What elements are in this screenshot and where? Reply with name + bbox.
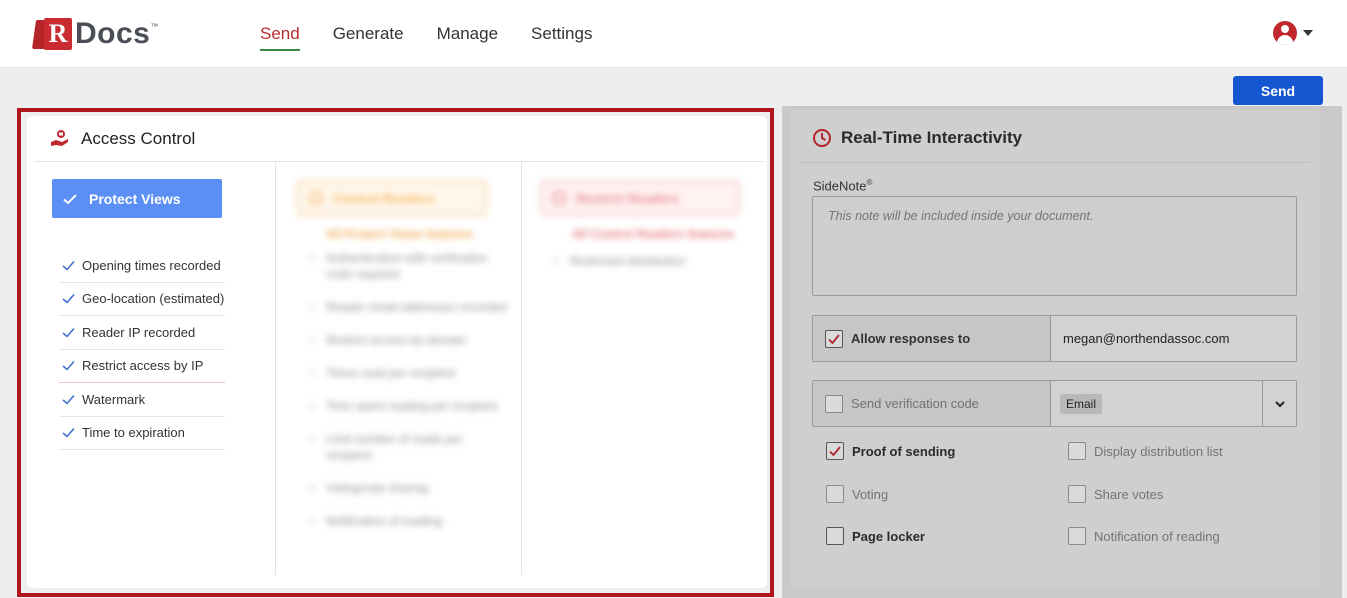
control-readers-feature-list: Authentication with verification code re… bbox=[308, 250, 508, 546]
circle-icon bbox=[552, 191, 566, 205]
list-item: Time spent reading per recipient bbox=[308, 398, 508, 414]
sidenote-label: SideNote® bbox=[813, 178, 873, 194]
logo-trademark: ™ bbox=[150, 22, 159, 31]
allow-responses-toggle[interactable]: Allow responses to bbox=[813, 316, 1051, 361]
chevron-down-icon[interactable] bbox=[1262, 381, 1296, 426]
verification-method-select[interactable]: Email bbox=[1051, 381, 1296, 426]
check-icon bbox=[828, 333, 840, 344]
user-circle-icon bbox=[1273, 21, 1297, 45]
protect-views-label: Protect Views bbox=[89, 190, 181, 207]
nav-generate[interactable]: Generate bbox=[333, 24, 404, 50]
allow-responses-email[interactable]: megan@northendassoc.com bbox=[1051, 316, 1296, 361]
check-icon bbox=[62, 394, 75, 405]
real-time-header: Real-Time Interactivity bbox=[798, 113, 1310, 163]
check-icon bbox=[62, 260, 75, 271]
top-navbar: R Docs ™ Send Generate Manage Settings bbox=[0, 0, 1347, 68]
share-votes-option[interactable]: Share votes bbox=[1068, 485, 1163, 503]
user-menu[interactable] bbox=[1273, 21, 1313, 45]
proof-of-sending-option[interactable]: Proof of sending bbox=[826, 442, 955, 460]
list-item: Notification of reading bbox=[308, 513, 508, 529]
restrict-readers-button[interactable]: Restrict Readers bbox=[540, 180, 740, 216]
list-item: Time to expiration bbox=[59, 417, 225, 450]
voting-checkbox[interactable] bbox=[826, 485, 844, 503]
protect-views-button[interactable]: Protect Views bbox=[52, 179, 222, 218]
access-control-title: Access Control bbox=[81, 129, 196, 148]
allow-responses-row: Allow responses to megan@northendassoc.c… bbox=[812, 315, 1297, 362]
list-item: Restricted distribution bbox=[552, 254, 732, 268]
verification-method-value: Email bbox=[1060, 393, 1103, 414]
protect-views-feature-list: Opening times recorded Geo-location (est… bbox=[59, 249, 225, 450]
column-divider bbox=[521, 162, 522, 575]
list-item: Authentication with verification code re… bbox=[308, 250, 508, 282]
list-item: Opening times recorded bbox=[59, 249, 225, 283]
control-readers-button[interactable]: Control Readers bbox=[297, 180, 487, 216]
allow-responses-label: Allow responses to bbox=[851, 331, 971, 346]
access-control-icon bbox=[51, 130, 68, 146]
voting-option[interactable]: Voting bbox=[826, 485, 888, 503]
check-icon bbox=[62, 327, 75, 338]
restrict-readers-subtitle: All Control Readers features bbox=[572, 227, 735, 241]
allow-responses-checkbox[interactable] bbox=[825, 329, 843, 348]
list-item: Times read per recipient bbox=[308, 365, 508, 381]
check-icon bbox=[63, 193, 77, 204]
access-control-header: Access Control bbox=[35, 117, 763, 162]
list-item: Restrict access by IP bbox=[59, 350, 225, 383]
list-item: Restrict access by domain bbox=[308, 332, 508, 348]
notification-of-reading-checkbox[interactable] bbox=[1068, 527, 1086, 545]
circle-icon bbox=[309, 191, 323, 205]
rdocs-logo[interactable]: R Docs ™ bbox=[31, 16, 159, 52]
verification-row: Send verification code Email bbox=[812, 380, 1297, 427]
sidenote-input[interactable] bbox=[812, 196, 1297, 296]
logo-text: Docs bbox=[75, 17, 151, 50]
control-readers-subtitle: All Protect Views features bbox=[326, 227, 474, 241]
verification-label: Send verification code bbox=[851, 396, 979, 411]
list-item: Voting/vote sharing bbox=[308, 480, 508, 496]
notification-of-reading-option[interactable]: Notification of reading bbox=[1068, 527, 1220, 545]
list-item: Watermark bbox=[59, 383, 225, 417]
nav-send[interactable]: Send bbox=[260, 24, 300, 51]
logo-mark: R bbox=[31, 17, 74, 51]
list-item: Geo-location (estimated) bbox=[59, 283, 225, 316]
clock-icon bbox=[813, 128, 831, 147]
list-item: Limit number of reads per recipient bbox=[308, 431, 508, 463]
check-icon bbox=[62, 361, 75, 371]
proof-of-sending-checkbox[interactable] bbox=[826, 442, 844, 460]
check-icon bbox=[829, 446, 841, 457]
check-icon bbox=[62, 428, 75, 438]
share-votes-checkbox[interactable] bbox=[1068, 485, 1086, 503]
main-nav: Send Generate Manage Settings bbox=[260, 24, 625, 51]
page-locker-option[interactable]: Page locker bbox=[826, 527, 925, 545]
real-time-title: Real-Time Interactivity bbox=[841, 127, 1023, 147]
restrict-readers-feature-list: Restricted distribution bbox=[552, 254, 732, 268]
verification-toggle[interactable]: Send verification code bbox=[813, 381, 1051, 426]
nav-settings[interactable]: Settings bbox=[531, 24, 592, 50]
send-button[interactable]: Send bbox=[1233, 76, 1323, 105]
display-distribution-list-checkbox[interactable] bbox=[1068, 442, 1086, 460]
page-locker-checkbox[interactable] bbox=[826, 527, 844, 545]
list-item: Reader IP recorded bbox=[59, 316, 225, 350]
verification-checkbox[interactable] bbox=[825, 394, 843, 413]
caret-down-icon bbox=[1303, 30, 1313, 36]
column-divider bbox=[275, 162, 276, 575]
list-item: Reader email addresses recorded bbox=[308, 299, 508, 315]
nav-manage[interactable]: Manage bbox=[437, 24, 498, 50]
check-icon bbox=[62, 294, 75, 304]
display-distribution-list-option[interactable]: Display distribution list bbox=[1068, 442, 1223, 460]
